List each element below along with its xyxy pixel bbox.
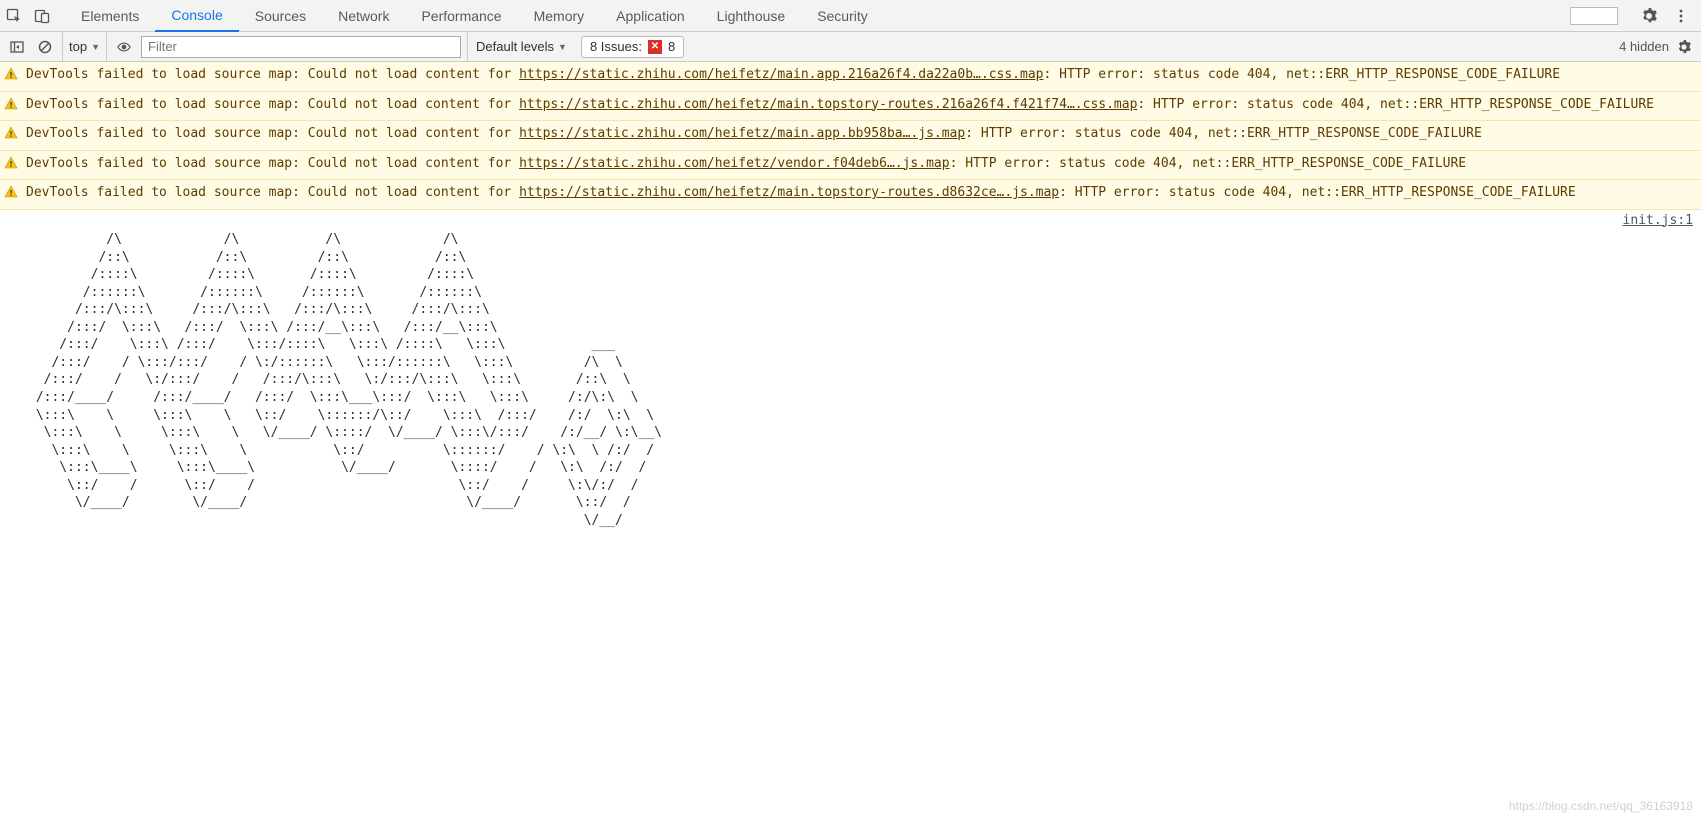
hidden-count: 4 hidden xyxy=(1619,39,1669,54)
console-warning-row: DevTools failed to load source map: Coul… xyxy=(0,92,1701,122)
warning-icon xyxy=(4,126,20,147)
tab-console[interactable]: Console xyxy=(155,0,238,32)
console-log-row: init.js:1 xyxy=(0,210,1701,232)
warning-url-link[interactable]: https://static.zhihu.com/heifetz/vendor.… xyxy=(519,156,949,171)
console-settings-icon[interactable] xyxy=(1673,36,1695,58)
filter-input[interactable] xyxy=(141,36,461,58)
console-ascii-art: /\ /\ /\ /\ /::\ /::\ /::\ /::\ /::::\ /… xyxy=(0,231,1701,537)
error-badge-icon: ✕ xyxy=(648,40,662,54)
warning-icon xyxy=(4,185,20,206)
clear-console-icon[interactable] xyxy=(34,36,56,58)
console-warning-row: DevTools failed to load source map: Coul… xyxy=(0,180,1701,210)
tab-application[interactable]: Application xyxy=(600,0,701,32)
tab-security[interactable]: Security xyxy=(801,0,884,32)
warning-message: DevTools failed to load source map: Coul… xyxy=(26,183,1693,203)
warning-url-link[interactable]: https://static.zhihu.com/heifetz/main.to… xyxy=(519,97,1137,112)
warning-pre: DevTools failed to load source map: Coul… xyxy=(26,156,519,171)
warning-message: DevTools failed to load source map: Coul… xyxy=(26,95,1693,115)
tab-memory[interactable]: Memory xyxy=(518,0,601,32)
devtools-tabbar: Elements Console Sources Network Perform… xyxy=(0,0,1701,32)
warning-post: : HTTP error: status code 404, net::ERR_… xyxy=(1059,185,1576,200)
levels-label: Default levels xyxy=(476,39,554,54)
status-box xyxy=(1570,7,1618,25)
tab-lighthouse[interactable]: Lighthouse xyxy=(701,0,802,32)
console-warning-row: DevTools failed to load source map: Coul… xyxy=(0,121,1701,151)
console-toolbar: top ▼ Default levels ▼ 8 Issues: ✕ 8 4 h… xyxy=(0,32,1701,62)
topbar-right xyxy=(1570,2,1701,30)
warning-post: : HTTP error: status code 404, net::ERR_… xyxy=(965,126,1482,141)
warning-post: : HTTP error: status code 404, net::ERR_… xyxy=(1137,97,1654,112)
context-selector[interactable]: top ▼ xyxy=(62,32,107,61)
watermark: https://blog.csdn.net/qq_36163918 xyxy=(1509,799,1693,813)
log-levels-selector[interactable]: Default levels ▼ xyxy=(467,32,575,61)
warning-pre: DevTools failed to load source map: Coul… xyxy=(26,97,519,112)
tab-performance[interactable]: Performance xyxy=(405,0,517,32)
toggle-device-icon[interactable] xyxy=(28,2,56,30)
warning-icon xyxy=(4,97,20,118)
warning-message: DevTools failed to load source map: Coul… xyxy=(26,65,1693,85)
settings-icon[interactable] xyxy=(1635,2,1663,30)
toggle-sidebar-icon[interactable] xyxy=(6,36,28,58)
warning-pre: DevTools failed to load source map: Coul… xyxy=(26,67,519,82)
tab-elements[interactable]: Elements xyxy=(65,0,155,32)
issues-button[interactable]: 8 Issues: ✕ 8 xyxy=(581,36,684,58)
live-expression-icon[interactable] xyxy=(113,36,135,58)
warning-icon xyxy=(4,67,20,88)
console-warnings: DevTools failed to load source map: Coul… xyxy=(0,62,1701,210)
warning-pre: DevTools failed to load source map: Coul… xyxy=(26,126,519,141)
source-link[interactable]: init.js:1 xyxy=(1623,212,1693,230)
chevron-down-icon: ▼ xyxy=(91,42,100,52)
warning-url-link[interactable]: https://static.zhihu.com/heifetz/main.ap… xyxy=(519,126,965,141)
toolbar-right: 4 hidden xyxy=(1619,36,1695,58)
warning-message: DevTools failed to load source map: Coul… xyxy=(26,154,1693,174)
warning-pre: DevTools failed to load source map: Coul… xyxy=(26,185,519,200)
warning-post: : HTTP error: status code 404, net::ERR_… xyxy=(1043,67,1560,82)
warning-message: DevTools failed to load source map: Coul… xyxy=(26,124,1693,144)
warning-post: : HTTP error: status code 404, net::ERR_… xyxy=(950,156,1467,171)
tabs-container: Elements Console Sources Network Perform… xyxy=(65,0,884,32)
tab-sources[interactable]: Sources xyxy=(239,0,322,32)
tab-network[interactable]: Network xyxy=(322,0,405,32)
warning-icon xyxy=(4,156,20,177)
chevron-down-icon: ▼ xyxy=(558,42,567,52)
context-label: top xyxy=(69,39,87,54)
more-icon[interactable] xyxy=(1667,2,1695,30)
console-warning-row: DevTools failed to load source map: Coul… xyxy=(0,151,1701,181)
issues-label: 8 Issues: xyxy=(590,39,642,54)
console-warning-row: DevTools failed to load source map: Coul… xyxy=(0,62,1701,92)
warning-url-link[interactable]: https://static.zhihu.com/heifetz/main.ap… xyxy=(519,67,1043,82)
warning-url-link[interactable]: https://static.zhihu.com/heifetz/main.to… xyxy=(519,185,1059,200)
issues-count: 8 xyxy=(668,39,675,54)
inspect-element-icon[interactable] xyxy=(0,2,28,30)
